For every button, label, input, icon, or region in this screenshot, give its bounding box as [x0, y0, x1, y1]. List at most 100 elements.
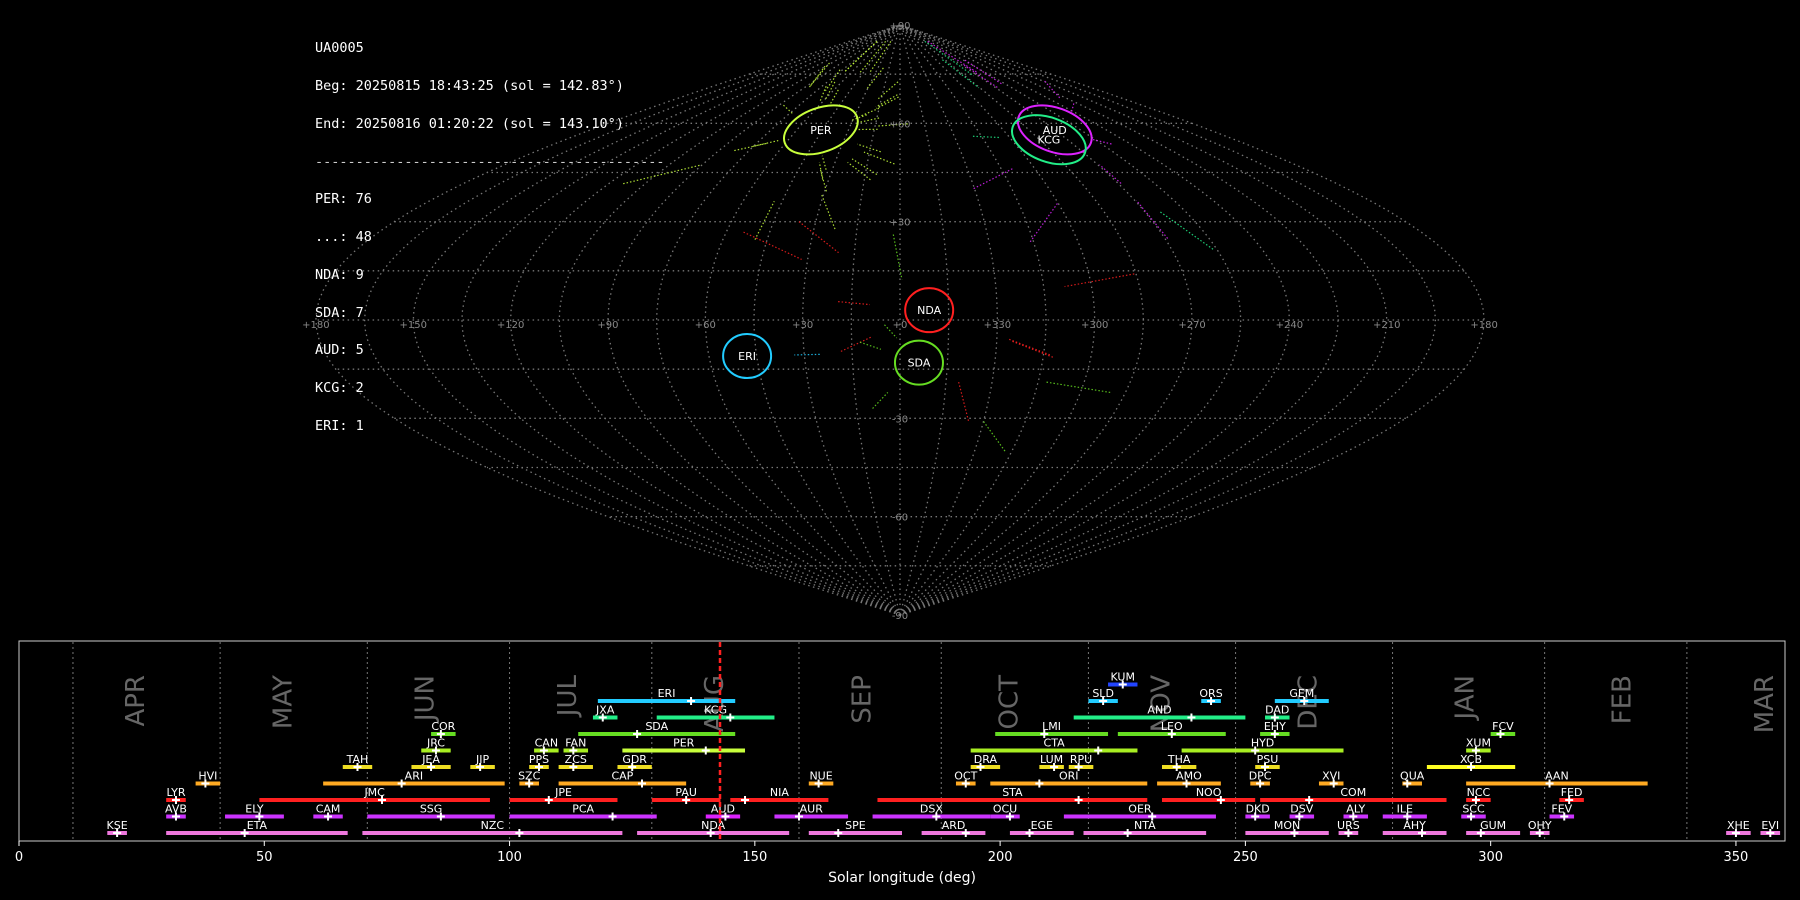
radiant-circles: PER AUDKCGNDASDAERI	[722, 104, 1093, 386]
shower-label-urs: URS	[1337, 819, 1360, 832]
shower-label-pps: PPS	[529, 753, 549, 766]
count-sda: SDA: 7	[315, 304, 364, 321]
count-sporadic: ...: 48	[315, 229, 372, 246]
shower-label-xum: XUM	[1466, 737, 1491, 750]
count-eri: ERI: 1	[315, 418, 364, 434]
shower-label-fed: FED	[1561, 786, 1583, 799]
shower-label-nia: NIA	[770, 786, 789, 799]
count-nda: NDA: 9	[315, 266, 364, 283]
meteor-track	[877, 81, 899, 100]
meteor-track	[865, 67, 884, 90]
longitude-label: +270	[1178, 320, 1205, 331]
shower-label-com: COM	[1340, 786, 1366, 799]
longitude-label: +30	[792, 320, 813, 331]
shower-label-jpe: JPE	[554, 786, 572, 799]
meteor-track	[783, 104, 794, 115]
shower-label-aud: AUD	[711, 803, 735, 816]
shower-label-oct: OCT	[954, 770, 977, 783]
x-tick-label: 250	[1233, 850, 1258, 865]
month-label-sep: SEP	[847, 675, 877, 724]
shower-label-aan: AAN	[1545, 770, 1569, 783]
shower-label-and: AND	[1147, 704, 1171, 717]
shower-label-ohy: OHY	[1528, 819, 1552, 832]
shower-label-oer: OER	[1128, 803, 1152, 816]
shower-label-gum: GUM	[1480, 819, 1506, 832]
shower-label-lum: LUM	[1040, 753, 1063, 766]
timeline-frame	[18, 640, 1786, 842]
sky-map: PER AUDKCGNDASDAERI +180 +150 +120 +90 +60 +30…	[302, 21, 1498, 622]
shower-label-xvi: XVI	[1322, 770, 1340, 783]
begin-time: Beg: 20250815 18:43:25 (sol = 142.83°)	[315, 77, 624, 94]
shower-label-pau: PAU	[675, 786, 697, 799]
shower-label-per: PER	[673, 737, 695, 750]
meteor-track	[876, 96, 899, 110]
shower-label-jea: JEA	[421, 753, 440, 766]
month-label-jan: JAN	[1451, 675, 1481, 721]
meteor-track	[963, 64, 999, 89]
shower-label-ege: EGE	[1031, 819, 1053, 832]
meteor-track	[1010, 340, 1054, 358]
meteor-track	[875, 94, 898, 108]
shower-label-spe: SPE	[845, 819, 866, 832]
shower-label-sta: STA	[1002, 786, 1023, 799]
radiant-label-kcg: KCG	[1037, 134, 1060, 147]
shower-label-eta: ETA	[247, 819, 268, 832]
shower-label-gem: GEM	[1289, 687, 1314, 700]
shower-label-nue: NUE	[809, 770, 832, 783]
shower-label-ard: ARD	[942, 819, 966, 832]
shower-label-ahy: AHY	[1403, 819, 1426, 832]
shower-label-lmi: LMI	[1042, 720, 1061, 733]
meteor-track	[754, 200, 775, 240]
shower-label-aly: ALY	[1346, 803, 1365, 816]
meteor-track	[851, 158, 878, 176]
shower-label-xcb: XCB	[1460, 753, 1482, 766]
meteor-track	[734, 142, 767, 152]
shower-timeline: APR MAY JUN JUL AUG SEP OCT NOV DEC JAN FEB MAR KUM…	[15, 640, 1786, 886]
meteor-track	[1070, 103, 1075, 113]
latitude-label: +60	[889, 119, 910, 130]
shower-label-ehy: EHY	[1264, 720, 1286, 733]
longitude-label: +180	[1470, 320, 1497, 331]
month-label-may: MAY	[268, 675, 298, 729]
meridian-line	[801, 24, 901, 616]
shower-label-dsv: DSV	[1290, 803, 1313, 816]
separator-line: ----------------------------------------…	[315, 153, 665, 170]
shower-label-cor: COR	[431, 720, 455, 733]
shower-label-aur: AUR	[800, 803, 824, 816]
shower-label-rpu: RPU	[1070, 753, 1092, 766]
meteor-track	[821, 194, 836, 230]
shower-label-dpc: DPC	[1249, 770, 1272, 783]
latitude-label: -30	[892, 414, 908, 425]
meteor-track	[1044, 80, 1061, 99]
shower-label-ssg: SSG	[420, 803, 443, 816]
shower-label-lyr: LYR	[166, 786, 185, 799]
count-aud: AUD: 5	[315, 342, 364, 359]
shower-label-amo: AMO	[1176, 770, 1202, 783]
shower-label-sld: SLD	[1092, 687, 1114, 700]
shower-label-ors: ORS	[1199, 687, 1222, 700]
shower-label-kum: KUM	[1111, 671, 1135, 684]
meteor-track	[1099, 164, 1122, 184]
shower-label-fan: FAN	[565, 737, 586, 750]
x-tick-label: 50	[256, 850, 273, 865]
camera-id: UA0005	[315, 40, 364, 57]
month-label-jun: JUN	[411, 675, 441, 723]
shower-label-kcg: KCG	[704, 704, 727, 717]
meteor-track	[794, 353, 820, 356]
shower-label-tha: THA	[1167, 753, 1191, 766]
longitude-label: +300	[1081, 320, 1108, 331]
meteor-track	[838, 301, 870, 306]
meteor-track	[924, 40, 975, 77]
shower-label-tah: TAH	[346, 753, 369, 766]
shower-label-szc: SZC	[518, 770, 541, 783]
latitude-label: -90	[892, 611, 908, 622]
meteor-track	[743, 231, 802, 260]
shower-label-hvi: HVI	[198, 770, 217, 783]
shower-label-jip: JIP	[475, 753, 489, 766]
longitude-label: +240	[1276, 320, 1303, 331]
meteor-track	[1045, 381, 1111, 394]
shower-label-can: CAN	[535, 737, 558, 750]
longitude-label: +210	[1373, 320, 1400, 331]
shower-label-evi: EVI	[1761, 819, 1779, 832]
meteor-track	[1008, 338, 1051, 356]
